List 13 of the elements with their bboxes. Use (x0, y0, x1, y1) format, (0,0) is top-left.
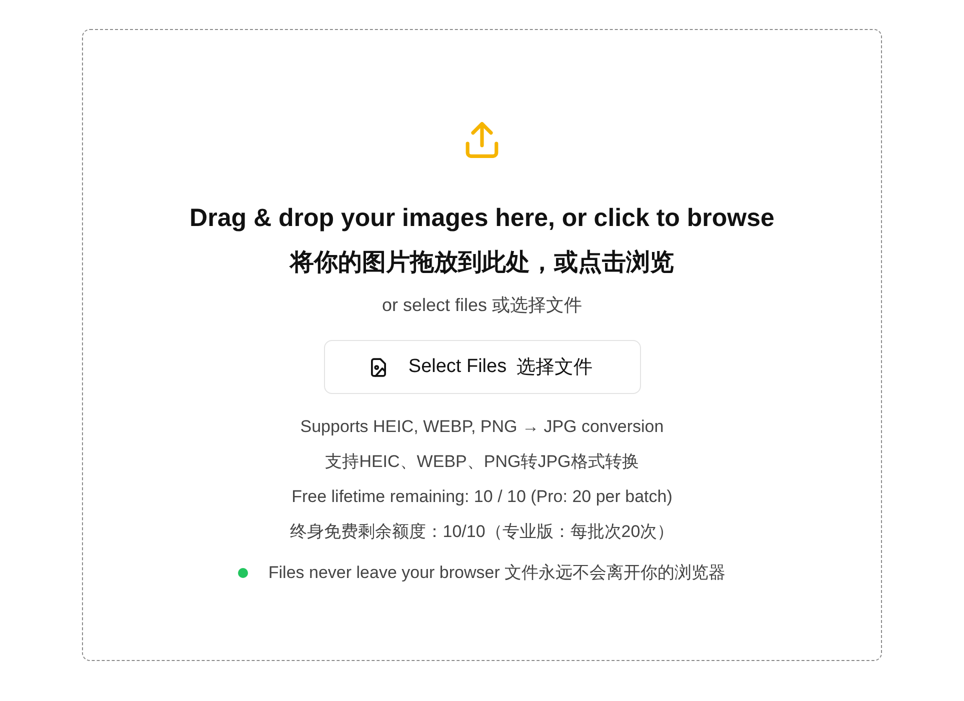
privacy-note: Files never leave your browser 文件永远不会离开你的浏览器 (268, 562, 726, 584)
drop-subtitle: or select files 或选择文件 (382, 294, 582, 317)
info-text: Supports HEIC, WEBP, PNG → JPG conversion (300, 416, 664, 438)
drop-zone[interactable] (82, 29, 882, 661)
upload-icon (465, 122, 499, 158)
image-file-icon (371, 358, 386, 376)
info-text: 终身免费剩余额度：10/10（专业版：每批次20次） (290, 521, 674, 543)
drop-title: Drag & drop your images here, or click to browse (190, 203, 774, 234)
drop-title-chinese: 将你的图片拖放到此处，或点击浏览 (290, 248, 674, 278)
select-files-button[interactable]: Select Files 选择文件 (324, 340, 640, 394)
info-text: Free lifetime remaining: 10 / 10 (Pro: 20 per batch) (292, 486, 672, 508)
info-text: 支持HEIC、WEBP、PNG转JPG格式转换 (325, 451, 639, 473)
status-dot-icon (238, 568, 248, 578)
